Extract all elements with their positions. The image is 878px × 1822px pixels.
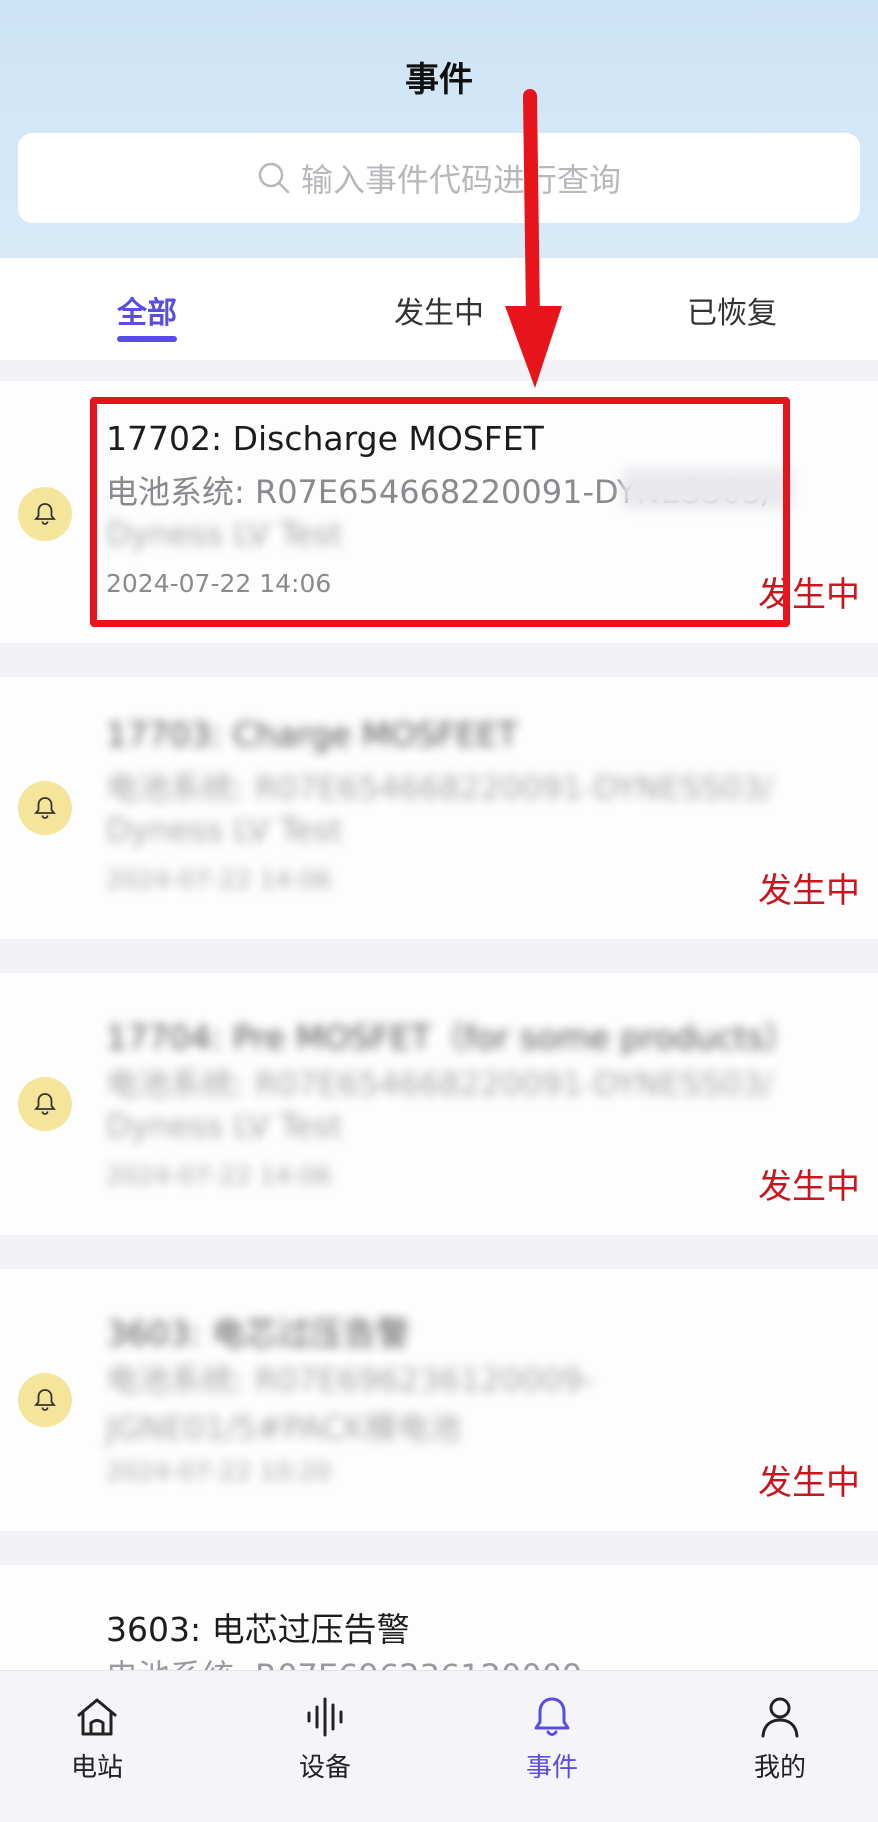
event-system-name: Dyness LV Test	[106, 811, 343, 849]
event-system: 电池系统: R07E696236120009-	[106, 1361, 594, 1399]
event-system: 电池系统: R07E654668220091-DYNESS03/	[106, 769, 773, 807]
bell-icon	[18, 1077, 72, 1131]
home-icon	[77, 1698, 117, 1736]
tab-all[interactable]: 全部	[117, 288, 177, 332]
tab-underline	[117, 336, 177, 342]
user-icon	[761, 1697, 799, 1738]
nav-item-profile[interactable]: 我的	[720, 1693, 840, 1784]
arrow-down-icon	[505, 89, 562, 388]
bell-icon	[18, 781, 72, 835]
search-placeholder: 输入事件代码进行查询	[300, 161, 621, 199]
search-input[interactable]: 输入事件代码进行查询	[18, 133, 860, 223]
event-card[interactable]: 17703: Charge MOSFEET 电池系统: R07E65466822…	[0, 677, 878, 939]
search-icon	[258, 162, 290, 194]
nav-item-events[interactable]: 事件	[492, 1693, 612, 1784]
event-title: 3603: 电芯过压告警	[106, 1610, 410, 1649]
page-title: 事件	[405, 60, 473, 100]
status-badge: 发生中	[758, 1463, 860, 1503]
status-badge: 发生中	[758, 1167, 860, 1207]
event-card[interactable]: 17704: Pre MOSFET（for some products） 电池系…	[0, 973, 878, 1235]
bell-icon	[534, 1697, 570, 1736]
event-time: 2024-07-22 10:20	[106, 1457, 332, 1486]
event-time: 2024-07-22 14:06	[106, 865, 332, 894]
nav-item-station[interactable]: 电站	[37, 1693, 157, 1784]
nav-label: 电站	[70, 1753, 123, 1783]
event-title: 17703: Charge MOSFEET	[106, 715, 518, 754]
nav-label: 设备	[298, 1753, 351, 1783]
nav-item-devices[interactable]: 设备	[265, 1693, 385, 1784]
event-time: 2024-07-22 14:06	[106, 1161, 332, 1190]
event-title: 17704: Pre MOSFET（for some products）	[106, 1018, 798, 1057]
tab-bar: 全部 发生中 已恢复	[0, 258, 878, 360]
event-title: 3603: 电芯过压告警	[106, 1314, 410, 1353]
status-badge: 发生中	[758, 871, 860, 911]
tab-recovered[interactable]: 已恢复	[687, 288, 777, 332]
event-system-name: JGNE01/5#PACK模电池	[106, 1409, 461, 1447]
tab-active[interactable]: 发生中	[394, 288, 484, 332]
nav-label: 事件	[525, 1753, 578, 1783]
header: 事件 输入事件代码进行查询	[0, 0, 878, 258]
event-system: 电池系统: R07E654668220091-DYNESS03/	[106, 1065, 773, 1103]
bell-icon	[18, 487, 72, 541]
waveform-icon	[307, 1697, 343, 1737]
event-system-name: Dyness LV Test	[106, 1107, 343, 1145]
bell-icon	[18, 1373, 72, 1427]
highlight-box	[90, 397, 790, 627]
bottom-nav: 电站 设备 事件 我的	[0, 1670, 878, 1822]
nav-label: 我的	[753, 1753, 806, 1783]
event-card[interactable]: 3603: 电芯过压告警 电池系统: R07E696236120009- JGN…	[0, 1269, 878, 1531]
